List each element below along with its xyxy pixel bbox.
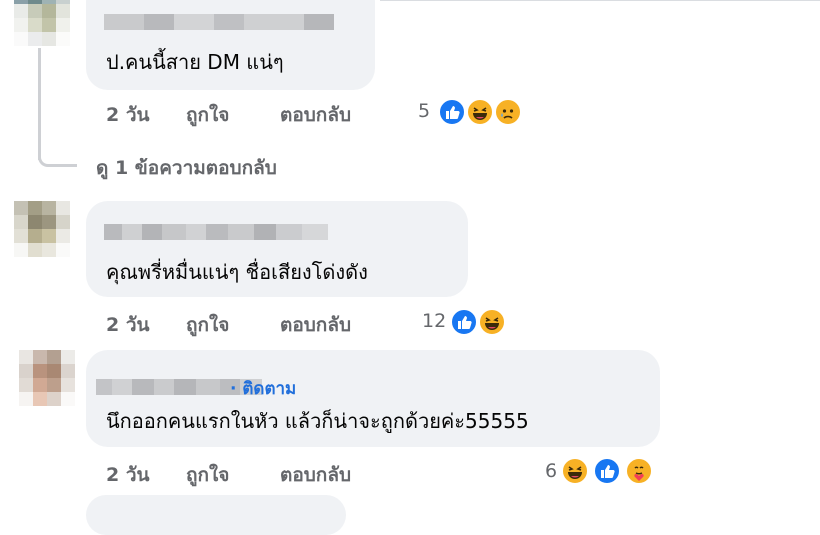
like-icon[interactable]: [593, 457, 621, 485]
avatar[interactable]: [14, 0, 70, 46]
avatar[interactable]: [14, 201, 70, 257]
like-icon[interactable]: [450, 308, 478, 336]
comment-bubble: [86, 495, 346, 535]
like-link[interactable]: ถูกใจ: [186, 310, 229, 340]
like-link[interactable]: ถูกใจ: [186, 100, 229, 130]
haha-icon[interactable]: [478, 308, 506, 336]
view-replies-link[interactable]: ดู 1 ข้อความตอบกลับ: [96, 153, 277, 183]
care-icon[interactable]: [625, 457, 653, 485]
like-link[interactable]: ถูกใจ: [186, 460, 229, 490]
sad-icon[interactable]: [494, 98, 522, 126]
avatar[interactable]: [19, 350, 75, 406]
like-icon[interactable]: [438, 98, 466, 126]
thread-elbow: [38, 130, 77, 167]
top-divider: [380, 0, 820, 1]
reply-link[interactable]: ตอบกลับ: [280, 460, 351, 490]
comment-time[interactable]: 2 วัน: [106, 100, 150, 130]
reply-link[interactable]: ตอบกลับ: [280, 310, 351, 340]
reaction-count[interactable]: 6: [545, 460, 557, 482]
haha-icon[interactable]: [466, 98, 494, 126]
haha-icon[interactable]: [561, 457, 589, 485]
comment-text: ป.คนนี้สาย DM แน่ๆ: [106, 50, 284, 74]
reaction-count[interactable]: 12: [422, 310, 446, 332]
reply-link[interactable]: ตอบกลับ: [280, 100, 351, 130]
comment-time[interactable]: 2 วัน: [106, 310, 150, 340]
reaction-count[interactable]: 5: [418, 100, 430, 122]
commenter-name[interactable]: [104, 14, 334, 30]
comment-text: นึกออกคนแรกในหัว แล้วก็น่าจะถูกด้วยค่ะ55…: [106, 409, 529, 433]
commenter-name[interactable]: [104, 224, 328, 240]
comment-text: คุณพรี่หมื่นแน่ๆ ชื่อเสียงโด่งดัง: [106, 260, 368, 284]
follow-link[interactable]: · ติดตาม: [230, 375, 296, 402]
comment-time[interactable]: 2 วัน: [106, 460, 150, 490]
